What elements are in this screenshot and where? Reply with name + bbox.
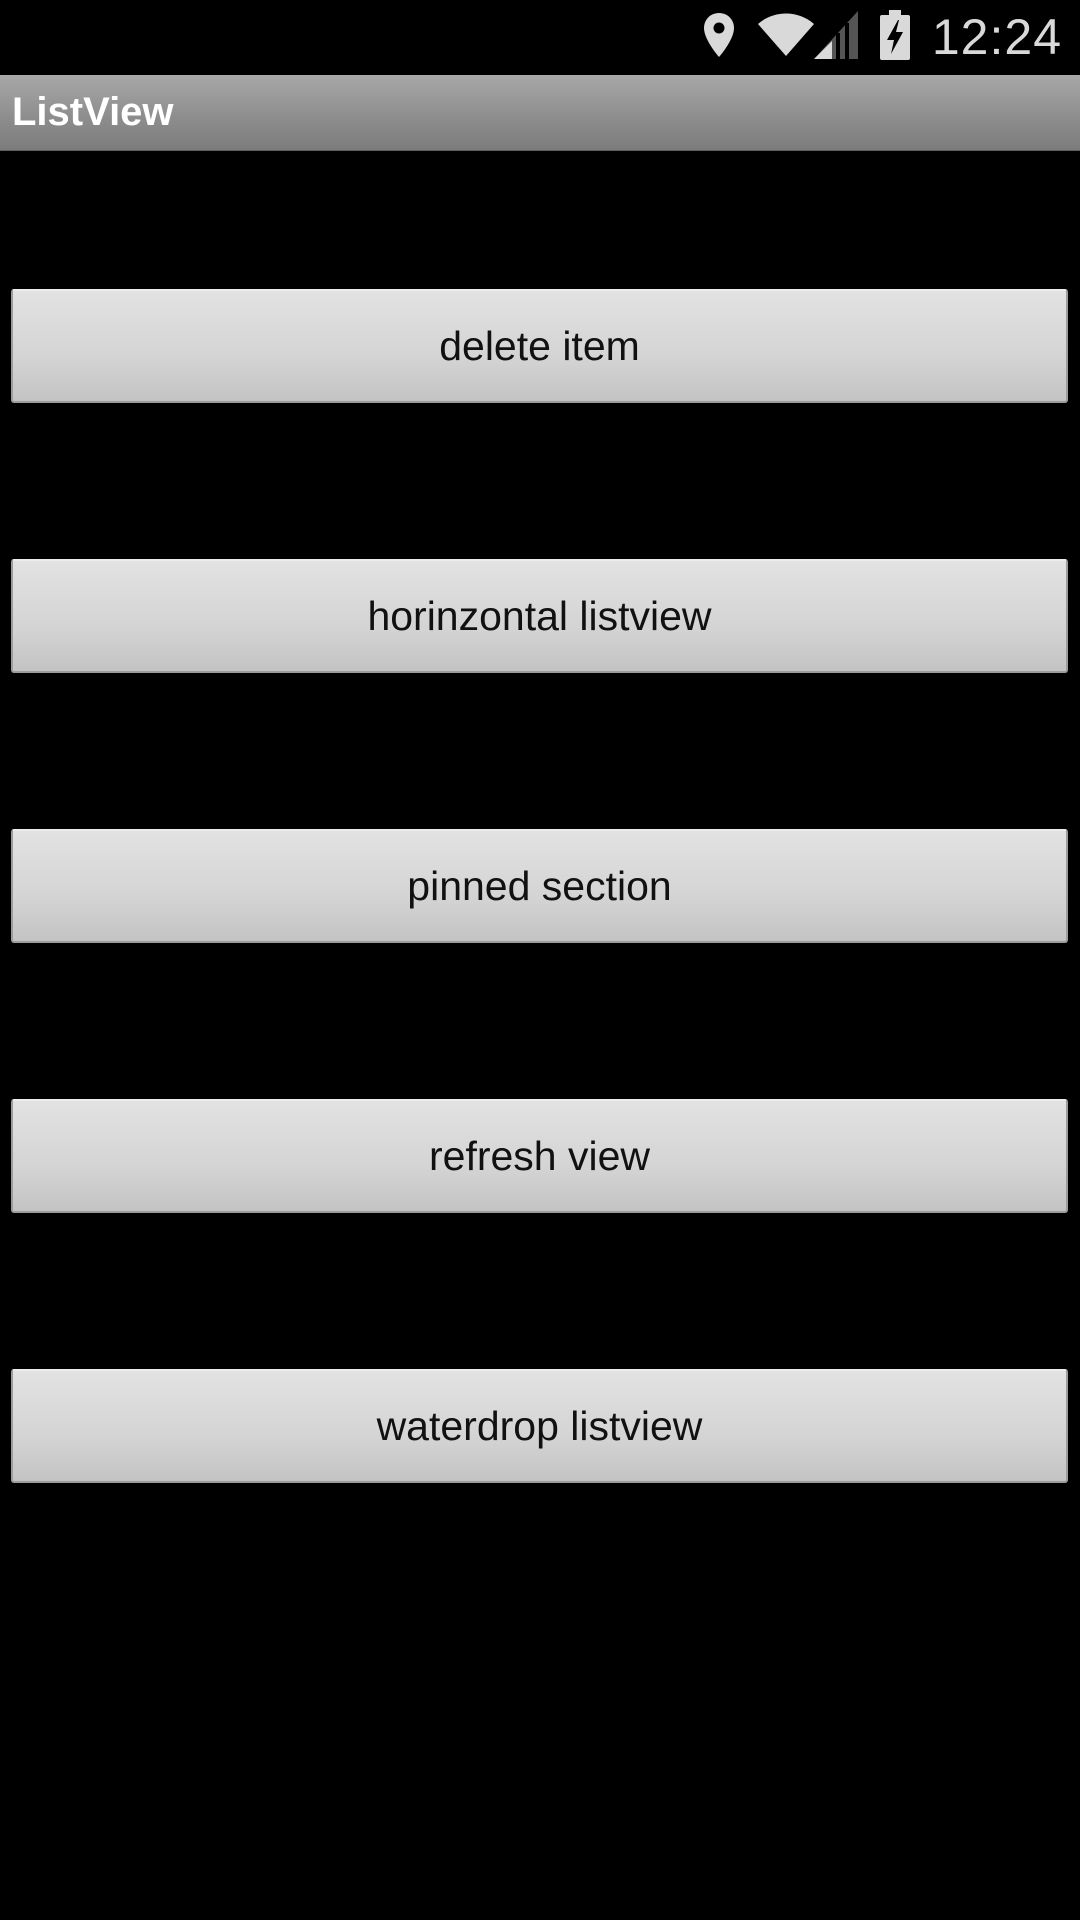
app-title: ListView — [12, 90, 174, 134]
wifi-icon — [757, 12, 814, 63]
button-label: delete item — [439, 322, 640, 369]
button-label: horinzontal listview — [367, 592, 712, 639]
delete-item-button[interactable]: delete item — [11, 289, 1068, 403]
button-list: delete item horinzontal listview pinned … — [11, 289, 1068, 1639]
cell-signal-icon — [813, 11, 858, 64]
status-time: 12:24 — [931, 9, 1062, 65]
location-icon — [702, 11, 736, 64]
button-label: pinned section — [407, 862, 672, 909]
button-label: waterdrop listview — [376, 1402, 703, 1449]
pinned-section-button[interactable]: pinned section — [11, 829, 1068, 943]
horizontal-listview-button[interactable]: horinzontal listview — [11, 559, 1068, 673]
status-icons: 12:24 — [702, 0, 1062, 75]
waterdrop-listview-button[interactable]: waterdrop listview — [11, 1369, 1068, 1483]
battery-charging-icon — [879, 10, 910, 65]
button-label: refresh view — [428, 1132, 650, 1179]
action-bar: ListView — [0, 75, 1080, 151]
refresh-view-button[interactable]: refresh view — [11, 1099, 1068, 1213]
status-bar: 12:24 — [0, 0, 1080, 75]
